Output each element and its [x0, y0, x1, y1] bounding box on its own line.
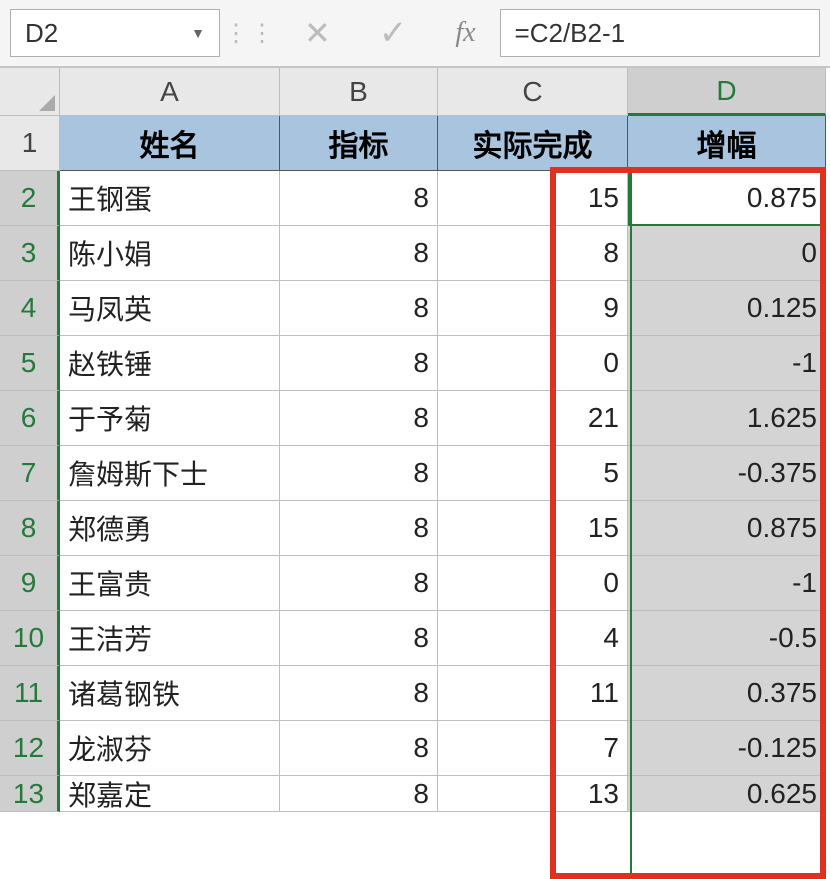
header-cell-increase[interactable]: 增幅 — [628, 116, 826, 171]
row-header[interactable]: 9 — [0, 556, 60, 611]
formula-icons: ✕ ✓ fx — [280, 13, 500, 53]
row-header[interactable]: 10 — [0, 611, 60, 666]
cell-increase[interactable]: -0.125 — [628, 721, 826, 776]
cell-target[interactable]: 8 — [280, 391, 438, 446]
cell-increase[interactable]: 0 — [628, 226, 826, 281]
cell-name[interactable]: 诸葛钢铁 — [60, 666, 280, 721]
cell-name[interactable]: 赵铁锤 — [60, 336, 280, 391]
row-header-1[interactable]: 1 — [0, 116, 60, 171]
cancel-icon[interactable]: ✕ — [304, 14, 331, 52]
cell-name[interactable]: 郑德勇 — [60, 501, 280, 556]
cell-target[interactable]: 8 — [280, 666, 438, 721]
row-header[interactable]: 6 — [0, 391, 60, 446]
cell-actual[interactable]: 7 — [438, 721, 628, 776]
col-header-C[interactable]: C — [438, 68, 628, 116]
row-header[interactable]: 2 — [0, 171, 60, 226]
chevron-down-icon[interactable]: ▼ — [191, 25, 205, 41]
cell-target[interactable]: 8 — [280, 281, 438, 336]
cell-target[interactable]: 8 — [280, 611, 438, 666]
cell-name[interactable]: 詹姆斯下士 — [60, 446, 280, 501]
row-header[interactable]: 7 — [0, 446, 60, 501]
cell-actual[interactable]: 21 — [438, 391, 628, 446]
cell-target[interactable]: 8 — [280, 501, 438, 556]
divider-icon: ⋮⋮ — [220, 19, 280, 48]
cell-name[interactable]: 王钢蛋 — [60, 171, 280, 226]
cell-increase[interactable]: -1 — [628, 336, 826, 391]
cell-name[interactable]: 陈小娟 — [60, 226, 280, 281]
cell-name[interactable]: 王洁芳 — [60, 611, 280, 666]
row-header[interactable]: 13 — [0, 776, 60, 812]
row-header[interactable]: 3 — [0, 226, 60, 281]
fx-icon[interactable]: fx — [455, 17, 475, 49]
header-cell-actual[interactable]: 实际完成 — [438, 116, 628, 171]
cell-actual[interactable]: 4 — [438, 611, 628, 666]
formula-bar: D2 ▼ ⋮⋮ ✕ ✓ fx =C2/B2-1 — [0, 0, 830, 68]
cell-actual[interactable]: 0 — [438, 336, 628, 391]
cell-actual[interactable]: 5 — [438, 446, 628, 501]
col-header-A[interactable]: A — [60, 68, 280, 116]
row-header[interactable]: 5 — [0, 336, 60, 391]
name-box[interactable]: D2 ▼ — [10, 9, 220, 57]
cell-target[interactable]: 8 — [280, 226, 438, 281]
cell-target[interactable]: 8 — [280, 446, 438, 501]
col-header-D[interactable]: D — [628, 68, 826, 116]
formula-text: =C2/B2-1 — [515, 18, 626, 49]
col-header-B[interactable]: B — [280, 68, 438, 116]
cell-target[interactable]: 8 — [280, 556, 438, 611]
cell-target[interactable]: 8 — [280, 721, 438, 776]
cell-increase[interactable]: 0.625 — [628, 776, 826, 812]
cell-actual[interactable]: 0 — [438, 556, 628, 611]
cell-increase[interactable]: 0.125 — [628, 281, 826, 336]
cell-name[interactable]: 马凤英 — [60, 281, 280, 336]
cell-increase[interactable]: 0.375 — [628, 666, 826, 721]
select-all-corner[interactable] — [0, 68, 60, 116]
cell-name[interactable]: 郑嘉定 — [60, 776, 280, 812]
cell-name[interactable]: 于予菊 — [60, 391, 280, 446]
cell-name[interactable]: 王富贵 — [60, 556, 280, 611]
cell-increase[interactable]: 0.875 — [628, 171, 826, 226]
cell-increase[interactable]: 1.625 — [628, 391, 826, 446]
row-header[interactable]: 12 — [0, 721, 60, 776]
row-header[interactable]: 11 — [0, 666, 60, 721]
cell-actual[interactable]: 13 — [438, 776, 628, 812]
row-header[interactable]: 4 — [0, 281, 60, 336]
row-header[interactable]: 8 — [0, 501, 60, 556]
cell-increase[interactable]: -0.375 — [628, 446, 826, 501]
cell-actual[interactable]: 15 — [438, 171, 628, 226]
header-cell-name[interactable]: 姓名 — [60, 116, 280, 171]
cell-name[interactable]: 龙淑芬 — [60, 721, 280, 776]
name-box-value: D2 — [25, 18, 58, 49]
cell-increase[interactable]: 0.875 — [628, 501, 826, 556]
cell-actual[interactable]: 8 — [438, 226, 628, 281]
cell-actual[interactable]: 9 — [438, 281, 628, 336]
accept-icon[interactable]: ✓ — [379, 13, 408, 53]
cell-increase[interactable]: -1 — [628, 556, 826, 611]
cell-increase[interactable]: -0.5 — [628, 611, 826, 666]
cell-target[interactable]: 8 — [280, 776, 438, 812]
cell-target[interactable]: 8 — [280, 171, 438, 226]
cell-actual[interactable]: 11 — [438, 666, 628, 721]
cell-actual[interactable]: 15 — [438, 501, 628, 556]
header-cell-target[interactable]: 指标 — [280, 116, 438, 171]
formula-input[interactable]: =C2/B2-1 — [500, 9, 820, 57]
spreadsheet[interactable]: A B C D 1 姓名 指标 实际完成 增幅 2王钢蛋8150.8753陈小娟… — [0, 68, 830, 812]
cell-target[interactable]: 8 — [280, 336, 438, 391]
